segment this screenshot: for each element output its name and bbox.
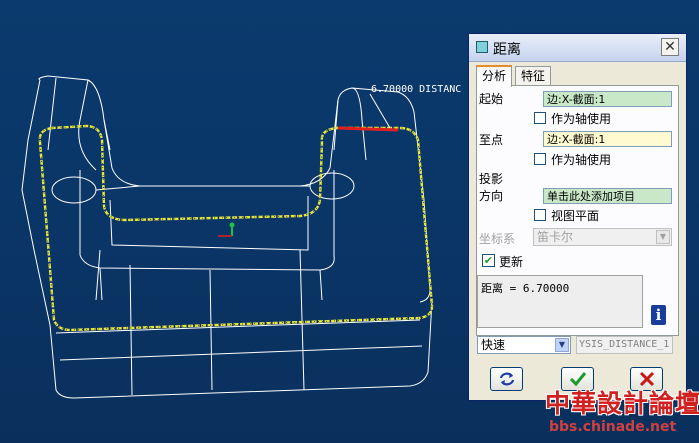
to-axis-checkbox[interactable] <box>534 153 546 165</box>
from-axis-checkbox[interactable] <box>534 112 546 124</box>
dialog-icon <box>476 41 488 53</box>
info-icon[interactable]: i <box>651 305 666 325</box>
direction-field[interactable]: 单击此处添加项目 <box>543 188 672 204</box>
watermark-title: 中華設計論壇 <box>545 389 699 418</box>
coord-system-value: 笛卡尔 <box>537 230 574 244</box>
result-text-area: 距离 = 6.70000 <box>477 275 643 328</box>
view-plane-checkbox-label: 视图平面 <box>551 209 600 223</box>
from-axis-checkbox-label: 作为轴使用 <box>551 112 612 126</box>
direction-label: 方向 <box>479 189 504 203</box>
speed-value: 快速 <box>481 338 506 352</box>
feature-name-field: YSIS_DISTANCE_1 <box>576 336 673 354</box>
coord-system-select: 笛卡尔 ▼ <box>533 228 672 246</box>
csys-marker-icon <box>218 222 235 237</box>
coord-system-label: 坐标系 <box>479 232 516 246</box>
tab-feature[interactable]: 特征 <box>515 66 552 86</box>
highlighted-loop <box>38 124 434 332</box>
result-text: 距离 = 6.70000 <box>481 282 570 295</box>
projection-label: 投影 <box>479 172 504 186</box>
chevron-down-icon: ▼ <box>656 230 670 244</box>
dialog-titlebar[interactable]: 距离 ✕ <box>469 34 686 62</box>
tab-analysis[interactable]: 分析 <box>476 65 513 87</box>
close-button[interactable]: ✕ <box>661 38 679 56</box>
repeat-icon <box>499 372 514 386</box>
watermark-url: bbs.chinade.net <box>549 419 677 435</box>
to-reference-field[interactable]: 边:X-截面:1 <box>543 131 672 147</box>
from-label: 起始 <box>479 92 504 106</box>
repeat-button[interactable] <box>490 367 523 391</box>
view-plane-checkbox[interactable] <box>534 209 546 221</box>
selected-edge[interactable] <box>337 126 399 132</box>
chevron-down-icon[interactable]: ▼ <box>555 338 569 352</box>
speed-select[interactable]: 快速 ▼ <box>477 336 571 354</box>
dialog-title: 距离 <box>493 42 521 58</box>
to-axis-checkbox-label: 作为轴使用 <box>551 153 612 167</box>
from-reference-field[interactable]: 边:X-截面:1 <box>543 91 672 107</box>
watermark: 中華設計論壇 bbs.chinade.net <box>545 384 699 443</box>
update-checkbox[interactable]: ✔ <box>482 254 495 267</box>
to-label: 至点 <box>479 133 504 147</box>
update-label: 更新 <box>499 255 524 269</box>
dimension-label: 6.70000 DISTANC <box>371 84 462 95</box>
